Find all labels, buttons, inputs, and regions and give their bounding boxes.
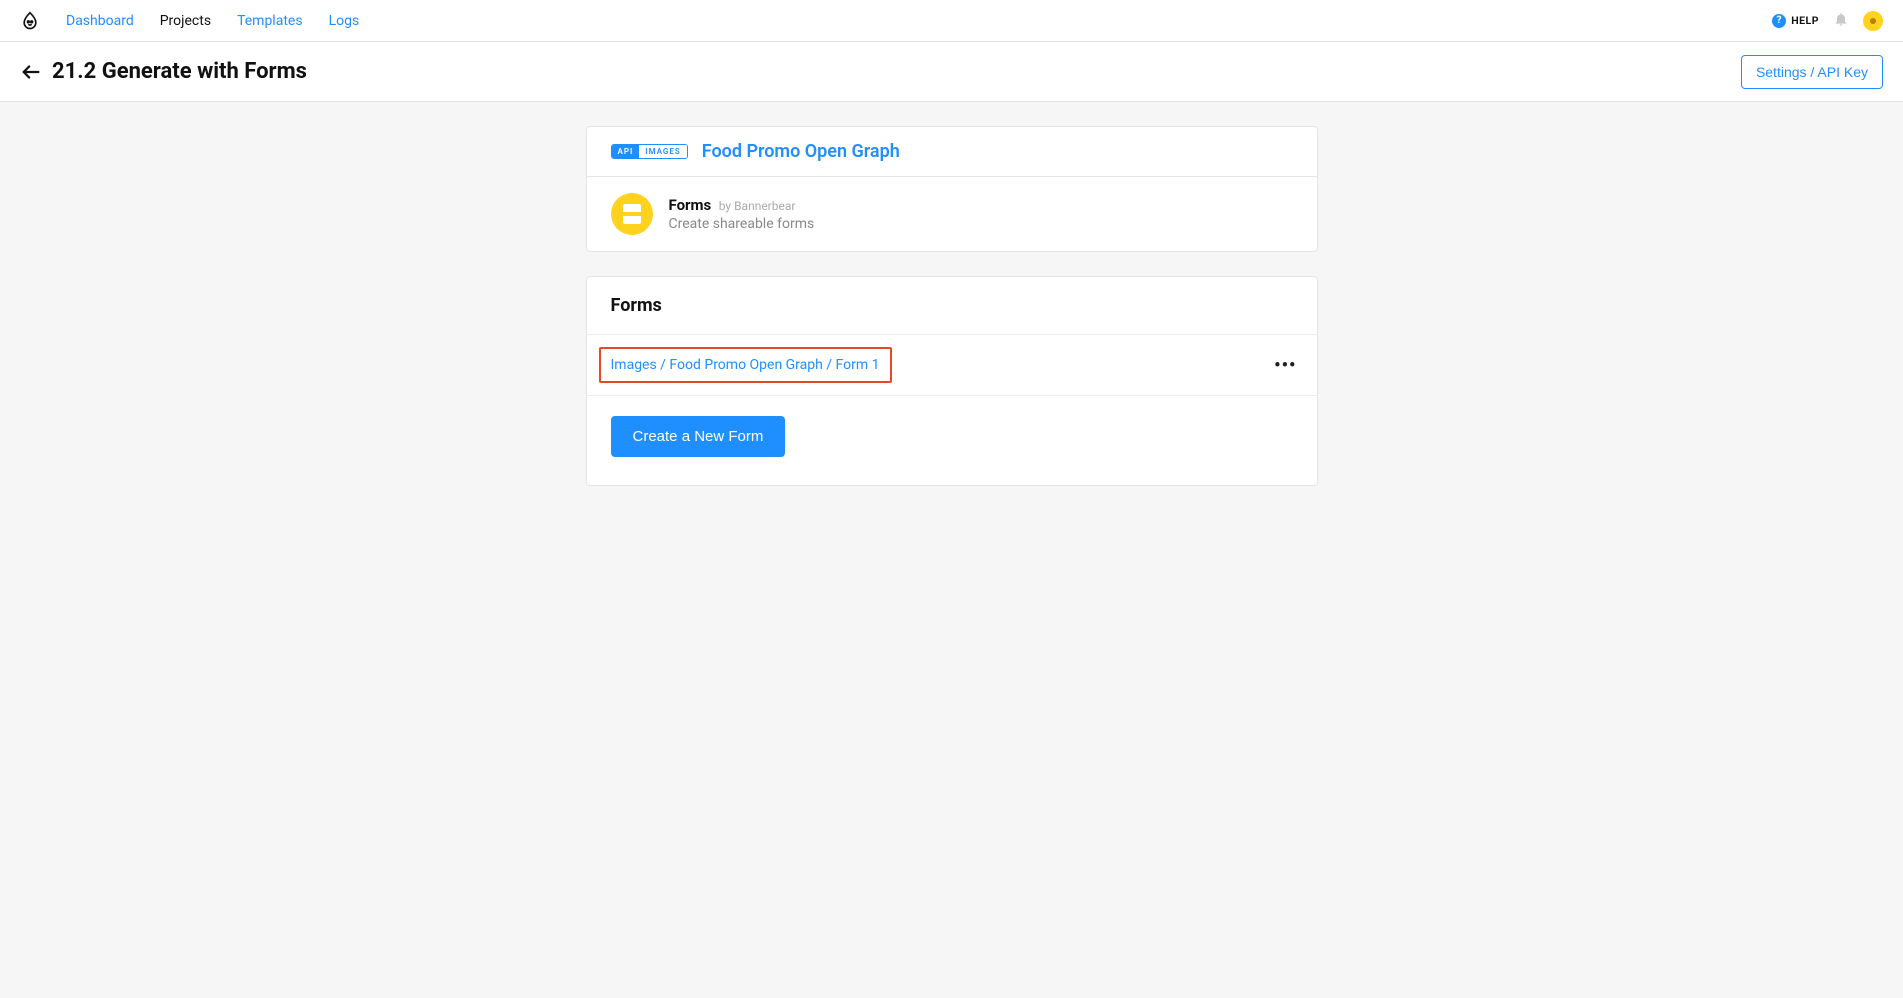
forms-heading: Forms: [611, 295, 1293, 316]
forms-app-icon-inner: [623, 204, 641, 224]
template-card-body: Forms by Bannerbear Create shareable for…: [587, 177, 1317, 251]
more-options-icon[interactable]: •••: [1274, 355, 1296, 376]
help-label: HELP: [1791, 14, 1819, 27]
help-icon: ?: [1772, 14, 1786, 28]
settings-api-key-button[interactable]: Settings / API Key: [1741, 55, 1883, 89]
template-card-head: API IMAGES Food Promo Open Graph: [587, 127, 1317, 177]
form-link-highlight: Images / Food Promo Open Graph / Form 1: [599, 347, 892, 383]
app-title: Forms: [669, 196, 712, 214]
form-link[interactable]: Images / Food Promo Open Graph / Form 1: [611, 357, 880, 373]
api-images-badge: API IMAGES: [611, 144, 688, 159]
top-nav: Dashboard Projects Templates Logs ? HELP: [0, 0, 1903, 42]
form-row: Images / Food Promo Open Graph / Form 1 …: [587, 335, 1317, 396]
content-area: API IMAGES Food Promo Open Graph Forms b…: [586, 126, 1318, 486]
nav-projects[interactable]: Projects: [160, 13, 211, 29]
nav-logs[interactable]: Logs: [329, 13, 360, 29]
app-meta: Forms by Bannerbear Create shareable for…: [669, 196, 815, 232]
page-header: 21.2 Generate with Forms Settings / API …: [0, 42, 1903, 102]
forms-card: Forms Images / Food Promo Open Graph / F…: [586, 276, 1318, 486]
nav-dashboard[interactable]: Dashboard: [66, 13, 134, 29]
create-new-form-button[interactable]: Create a New Form: [611, 416, 786, 457]
avatar[interactable]: [1863, 11, 1883, 31]
template-card: API IMAGES Food Promo Open Graph Forms b…: [586, 126, 1318, 252]
help-link[interactable]: ? HELP: [1772, 14, 1819, 28]
app-description: Create shareable forms: [669, 216, 815, 232]
page-title: 21.2 Generate with Forms: [52, 59, 307, 84]
nav-templates[interactable]: Templates: [237, 13, 303, 29]
notifications-icon[interactable]: [1833, 11, 1849, 31]
app-byline: by Bannerbear: [719, 199, 796, 213]
top-nav-right: ? HELP: [1772, 11, 1883, 31]
badge-images: IMAGES: [639, 145, 687, 158]
page-header-left: 21.2 Generate with Forms: [20, 59, 307, 84]
back-arrow-icon[interactable]: [20, 61, 42, 83]
create-form-wrap: Create a New Form: [587, 396, 1317, 485]
avatar-inner-icon: [1870, 18, 1876, 24]
top-nav-left: Dashboard Projects Templates Logs: [20, 11, 359, 31]
badge-api: API: [612, 145, 640, 158]
logo-icon[interactable]: [20, 11, 40, 31]
forms-card-head: Forms: [587, 277, 1317, 335]
forms-app-icon: [611, 193, 653, 235]
template-title-link[interactable]: Food Promo Open Graph: [702, 141, 900, 162]
